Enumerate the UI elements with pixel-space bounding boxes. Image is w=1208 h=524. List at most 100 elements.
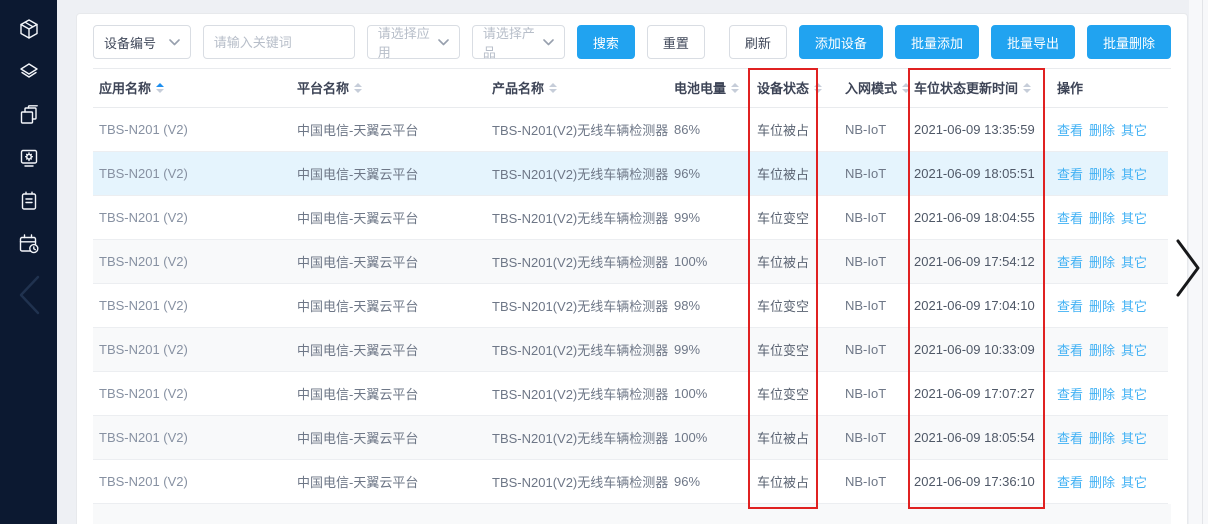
column-header-network_mode[interactable]: 入网模式 (839, 69, 908, 107)
cell-app_name: TBS-N201 (V2) (93, 151, 291, 195)
cell-device_status: 车位变空 (751, 371, 839, 415)
sort-carets-icon (902, 83, 910, 93)
column-label: 入网模式 (845, 78, 897, 97)
delete-link[interactable]: 删除 (1089, 343, 1115, 358)
delete-link[interactable]: 删除 (1089, 431, 1115, 446)
cell-battery: 96% (668, 151, 751, 195)
more-link[interactable]: 其它 (1121, 299, 1147, 314)
expand-panel-button[interactable] (1174, 237, 1202, 304)
more-link[interactable]: 其它 (1121, 387, 1147, 402)
keyword-input[interactable] (203, 25, 355, 59)
cell-status_updated_at: 2021-06-09 17:36:10 (908, 459, 1051, 503)
reset-button[interactable]: 重置 (647, 25, 705, 59)
more-link[interactable]: 其它 (1121, 123, 1147, 138)
column-header-status_updated_at[interactable]: 车位状态更新时间 (908, 69, 1051, 107)
more-link[interactable]: 其它 (1121, 475, 1147, 490)
delete-link[interactable]: 删除 (1089, 167, 1115, 182)
cell-app_name: TBS-N201 (V2) (93, 283, 291, 327)
view-link[interactable]: 查看 (1057, 343, 1083, 358)
more-link[interactable]: 其它 (1121, 343, 1147, 358)
view-link[interactable]: 查看 (1057, 211, 1083, 226)
refresh-button[interactable]: 刷新 (729, 25, 787, 59)
delete-link[interactable]: 删除 (1089, 299, 1115, 314)
view-link[interactable]: 查看 (1057, 431, 1083, 446)
delete-link[interactable]: 删除 (1089, 211, 1115, 226)
cell-device_status: 车位变空 (751, 327, 839, 371)
column-label: 应用名称 (99, 78, 151, 97)
view-link[interactable]: 查看 (1057, 299, 1083, 314)
table-row: TBS-N201 (V2)中国电信-天翼云平台TBS-N201(V2)无线车辆检… (93, 151, 1168, 195)
column-label: 电池电量 (674, 78, 726, 97)
cell-network_mode: NB-IoT (839, 107, 908, 151)
cell-product_name: TBS-N201(V2)无线车辆检测器 (486, 239, 668, 283)
cell-app_name: TBS-N201 (V2) (93, 371, 291, 415)
delete-link[interactable]: 删除 (1089, 475, 1115, 490)
more-link[interactable]: 其它 (1121, 211, 1147, 226)
column-header-actions: 操作 (1051, 69, 1168, 107)
column-label: 操作 (1057, 78, 1083, 97)
app-select-placeholder: 请选择应用 (378, 23, 438, 61)
column-header-device_status[interactable]: 设备状态 (751, 69, 839, 107)
cell-product_name: TBS-N201(V2)无线车辆检测器 (486, 151, 668, 195)
column-header-battery[interactable]: 电池电量 (668, 69, 751, 107)
column-label: 设备状态 (757, 78, 809, 97)
cell-network_mode: NB-IoT (839, 459, 908, 503)
cell-network_mode: NB-IoT (839, 151, 908, 195)
sidebar-item-schedule[interactable] (16, 231, 42, 257)
more-link[interactable]: 其它 (1121, 167, 1147, 182)
cell-battery: 100% (668, 239, 751, 283)
view-link[interactable]: 查看 (1057, 387, 1083, 402)
delete-link[interactable]: 删除 (1089, 387, 1115, 402)
batch-add-button[interactable]: 批量添加 (895, 25, 979, 59)
delete-link[interactable]: 删除 (1089, 123, 1115, 138)
toolbar: 设备编号 请选择应用 请选择产品 搜索 重置 刷新 添加设备 批量添加 批量导出… (77, 14, 1187, 68)
batch-delete-button[interactable]: 批量删除 (1087, 25, 1171, 59)
cell-platform_name: 中国电信-天翼云平台 (291, 459, 486, 503)
add-device-button[interactable]: 添加设备 (799, 25, 883, 59)
cell-network_mode: NB-IoT (839, 283, 908, 327)
cell-app_name: TBS-N201 (V2) (93, 415, 291, 459)
delete-link[interactable]: 删除 (1089, 255, 1115, 270)
sidebar-item-records[interactable] (16, 188, 42, 214)
sidebar-item-products[interactable] (16, 102, 42, 128)
cell-device_status: 车位被占 (751, 107, 839, 151)
sidebar-item-applications[interactable] (16, 59, 42, 85)
batch-export-button[interactable]: 批量导出 (991, 25, 1075, 59)
table-row: TBS-N201 (V2)中国电信-天翼云平台TBS-N201(V2)无线车辆检… (93, 239, 1168, 283)
cell-network_mode: NB-IoT (839, 371, 908, 415)
cell-platform_name: 中国电信-天翼云平台 (291, 239, 486, 283)
view-link[interactable]: 查看 (1057, 475, 1083, 490)
app-select[interactable]: 请选择应用 (367, 25, 460, 59)
view-link[interactable]: 查看 (1057, 123, 1083, 138)
sort-carets-icon (354, 83, 362, 93)
sidebar-item-monitor[interactable] (16, 145, 42, 171)
sort-carets-icon (814, 83, 822, 93)
cell-actions: 查看删除其它 (1051, 283, 1168, 327)
chevron-right-icon (1174, 237, 1202, 299)
column-header-product_name[interactable]: 产品名称 (486, 69, 668, 107)
column-header-app_name[interactable]: 应用名称 (93, 69, 291, 107)
layers-icon (17, 60, 41, 84)
search-field-value: 设备编号 (104, 33, 156, 52)
table-row: TBS-N201 (V2)中国电信-天翼云平台TBS-N201(V2)无线车辆检… (93, 459, 1168, 503)
table-row: TBS-N201 (V2)中国电信-天翼云平台TBS-N201(V2)无线车辆检… (93, 195, 1168, 239)
view-link[interactable]: 查看 (1057, 167, 1083, 182)
more-link[interactable]: 其它 (1121, 431, 1147, 446)
more-link[interactable]: 其它 (1121, 255, 1147, 270)
column-label: 平台名称 (297, 78, 349, 97)
sidebar-item-devices[interactable] (16, 16, 42, 42)
sidebar-collapse-handle[interactable] (16, 282, 42, 308)
table-row: TBS-N201 (V2)中国电信-天翼云平台TBS-N201(V2)无线车辆检… (93, 283, 1168, 327)
column-label: 产品名称 (492, 78, 544, 97)
cell-status_updated_at: 2021-06-09 13:35:59 (908, 107, 1051, 151)
cell-product_name: TBS-N201(V2)无线车辆检测器 (486, 283, 668, 327)
content-card: 设备编号 请选择应用 请选择产品 搜索 重置 刷新 添加设备 批量添加 批量导出… (76, 13, 1188, 524)
search-button[interactable]: 搜索 (577, 25, 635, 59)
cell-product_name: TBS-N201(V2)无线车辆检测器 (486, 107, 668, 151)
search-field-select[interactable]: 设备编号 (93, 25, 191, 59)
view-link[interactable]: 查看 (1057, 255, 1083, 270)
cell-product_name: TBS-N201(V2)无线车辆检测器 (486, 195, 668, 239)
column-header-platform_name[interactable]: 平台名称 (291, 69, 486, 107)
product-select[interactable]: 请选择产品 (472, 25, 565, 59)
cell-platform_name: 中国电信-天翼云平台 (291, 195, 486, 239)
